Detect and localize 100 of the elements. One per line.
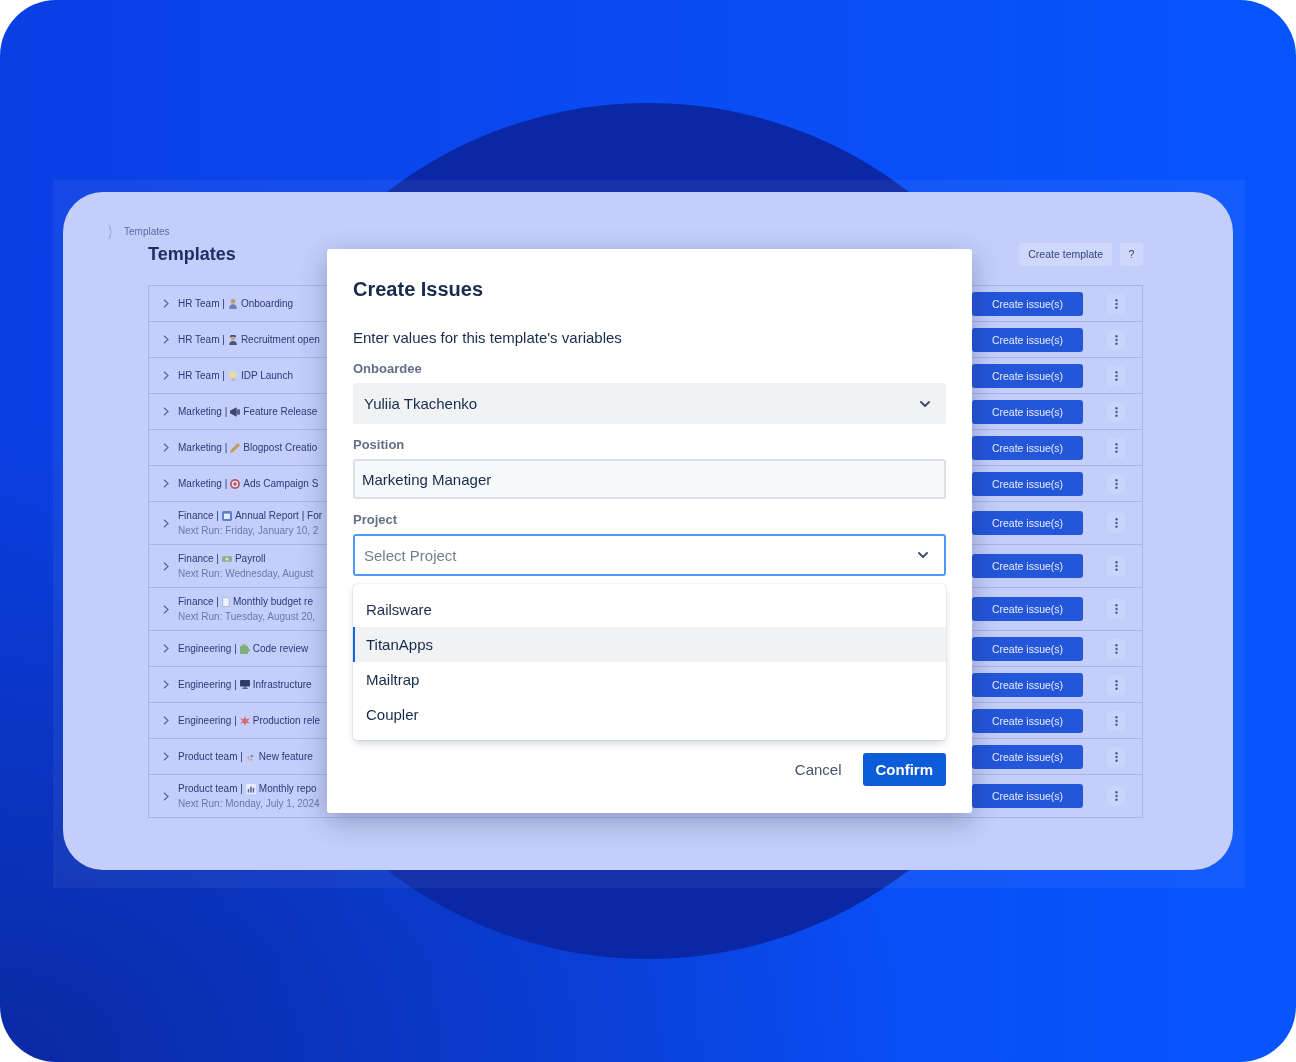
template-name: Payroll bbox=[234, 552, 266, 565]
select-field[interactable]: Yuliia Tkachenko bbox=[353, 383, 946, 424]
next-run-text: Next Run: Tuesday, August 20, bbox=[178, 610, 316, 623]
create-issue-button[interactable]: Create issue(s) bbox=[972, 399, 1083, 424]
team-label: Engineering | bbox=[178, 678, 237, 691]
chevron-right-icon[interactable] bbox=[163, 752, 169, 761]
chevron-right-icon[interactable] bbox=[163, 518, 169, 528]
more-button[interactable] bbox=[1107, 513, 1125, 533]
more-icon bbox=[1114, 334, 1118, 345]
create-issue-button[interactable]: Create issue(s) bbox=[972, 511, 1083, 535]
chevron-right-icon[interactable] bbox=[163, 561, 169, 571]
more-button[interactable] bbox=[1107, 401, 1125, 422]
team-label: Product team | bbox=[178, 750, 243, 763]
create-issue-button[interactable]: Create issue(s) bbox=[972, 291, 1083, 316]
more-icon bbox=[1114, 442, 1118, 453]
pencil-icon bbox=[230, 442, 241, 453]
chevron-right-icon[interactable] bbox=[163, 407, 169, 416]
create-issue-button[interactable]: Create issue(s) bbox=[972, 708, 1083, 733]
next-run-text: Next Run: Monday, July 1, 2024 bbox=[178, 797, 320, 810]
create-issue-button[interactable]: Create issue(s) bbox=[972, 744, 1083, 769]
more-button[interactable] bbox=[1107, 599, 1125, 619]
chevron-right-icon[interactable] bbox=[163, 644, 169, 653]
team-label: HR Team | bbox=[178, 333, 225, 346]
more-icon bbox=[1114, 406, 1118, 417]
field-label: Onboardee bbox=[353, 361, 422, 377]
chevron-right-icon[interactable] bbox=[163, 371, 169, 380]
template-name: Recruitment open bbox=[240, 333, 320, 346]
bar-chart-icon bbox=[245, 783, 256, 794]
create-issue-button[interactable]: Create issue(s) bbox=[972, 435, 1083, 460]
select-field[interactable]: Select Project bbox=[353, 534, 946, 576]
chevron-right-icon[interactable] bbox=[163, 335, 169, 344]
create-issue-button[interactable]: Create issue(s) bbox=[972, 784, 1083, 808]
dropdown-option[interactable]: TitanApps bbox=[353, 627, 946, 662]
template-name: New feature bbox=[258, 750, 313, 763]
help-button[interactable]: ? bbox=[1120, 242, 1143, 266]
document-icon bbox=[221, 596, 230, 607]
puzzle-icon bbox=[239, 643, 250, 654]
create-issue-button[interactable]: Create issue(s) bbox=[972, 554, 1083, 578]
dropdown-option[interactable]: Coupler bbox=[353, 697, 946, 732]
team-label: Finance | bbox=[178, 509, 219, 522]
more-button[interactable] bbox=[1107, 293, 1125, 314]
chevron-right-icon[interactable] bbox=[163, 680, 169, 689]
create-issue-button[interactable]: Create issue(s) bbox=[972, 363, 1083, 388]
create-issue-button[interactable]: Create issue(s) bbox=[972, 597, 1083, 621]
lightbulb-icon bbox=[227, 370, 238, 381]
more-icon bbox=[1114, 679, 1118, 690]
template-name: Ads Campaign S bbox=[243, 477, 319, 490]
more-button[interactable] bbox=[1107, 638, 1125, 659]
template-name: Monthly repo bbox=[258, 782, 317, 795]
chevron-down-icon bbox=[920, 400, 930, 407]
more-button[interactable] bbox=[1107, 556, 1125, 576]
breadcrumb-link[interactable]: Templates bbox=[124, 226, 170, 238]
chevron-right-icon[interactable] bbox=[163, 443, 169, 452]
team-label: Marketing | bbox=[178, 405, 228, 418]
more-icon bbox=[1114, 370, 1118, 381]
person-icon bbox=[227, 298, 238, 309]
more-icon bbox=[1114, 478, 1118, 489]
create-issue-button[interactable]: Create issue(s) bbox=[972, 672, 1083, 697]
chevron-right-icon[interactable] bbox=[163, 791, 169, 801]
more-button[interactable] bbox=[1107, 746, 1125, 767]
template-name: Production rele bbox=[252, 714, 320, 727]
more-icon bbox=[1114, 715, 1118, 726]
chevron-right-icon[interactable] bbox=[163, 604, 169, 614]
template-name: Monthly budget re bbox=[232, 595, 313, 608]
chevron-right-icon[interactable] bbox=[163, 479, 169, 488]
next-run-text: Next Run: Wednesday, August bbox=[178, 567, 314, 580]
more-button[interactable] bbox=[1107, 329, 1125, 350]
more-button[interactable] bbox=[1107, 365, 1125, 386]
template-name: Annual Report | For bbox=[234, 509, 323, 522]
arc-icon bbox=[108, 224, 114, 240]
target-icon bbox=[230, 478, 241, 489]
template-name: IDP Launch bbox=[240, 369, 293, 382]
calendar-icon bbox=[221, 510, 232, 521]
dialog-intro-text: Enter values for this template's variables bbox=[353, 328, 622, 348]
template-name: Feature Release bbox=[243, 405, 318, 418]
more-button[interactable] bbox=[1107, 437, 1125, 458]
more-button[interactable] bbox=[1107, 674, 1125, 695]
chevron-right-icon[interactable] bbox=[163, 299, 169, 308]
more-button[interactable] bbox=[1107, 473, 1125, 494]
create-template-button[interactable]: Create template bbox=[1019, 242, 1112, 266]
team-label: Engineering | bbox=[178, 714, 237, 727]
more-icon bbox=[1114, 561, 1118, 571]
confirm-button[interactable]: Confirm bbox=[862, 753, 946, 786]
create-issue-button[interactable]: Create issue(s) bbox=[972, 327, 1083, 352]
more-icon bbox=[1114, 643, 1118, 654]
team-label: Marketing | bbox=[178, 441, 228, 454]
chevron-down-icon bbox=[918, 552, 928, 558]
dropdown-option[interactable]: Mailtrap bbox=[353, 662, 946, 697]
field-label: Position bbox=[353, 437, 405, 453]
more-button[interactable] bbox=[1107, 710, 1125, 731]
banknote-icon bbox=[221, 555, 232, 562]
dropdown-option[interactable]: Railsware bbox=[353, 592, 946, 627]
text-field[interactable]: Marketing Manager bbox=[353, 459, 946, 499]
template-name: Blogpost Creatio bbox=[243, 441, 318, 454]
template-name: Onboarding bbox=[240, 297, 294, 310]
more-button[interactable] bbox=[1107, 786, 1125, 806]
create-issue-button[interactable]: Create issue(s) bbox=[972, 471, 1083, 496]
chevron-right-icon[interactable] bbox=[163, 716, 169, 725]
cancel-button[interactable]: Cancel bbox=[784, 753, 852, 786]
create-issue-button[interactable]: Create issue(s) bbox=[972, 636, 1083, 661]
